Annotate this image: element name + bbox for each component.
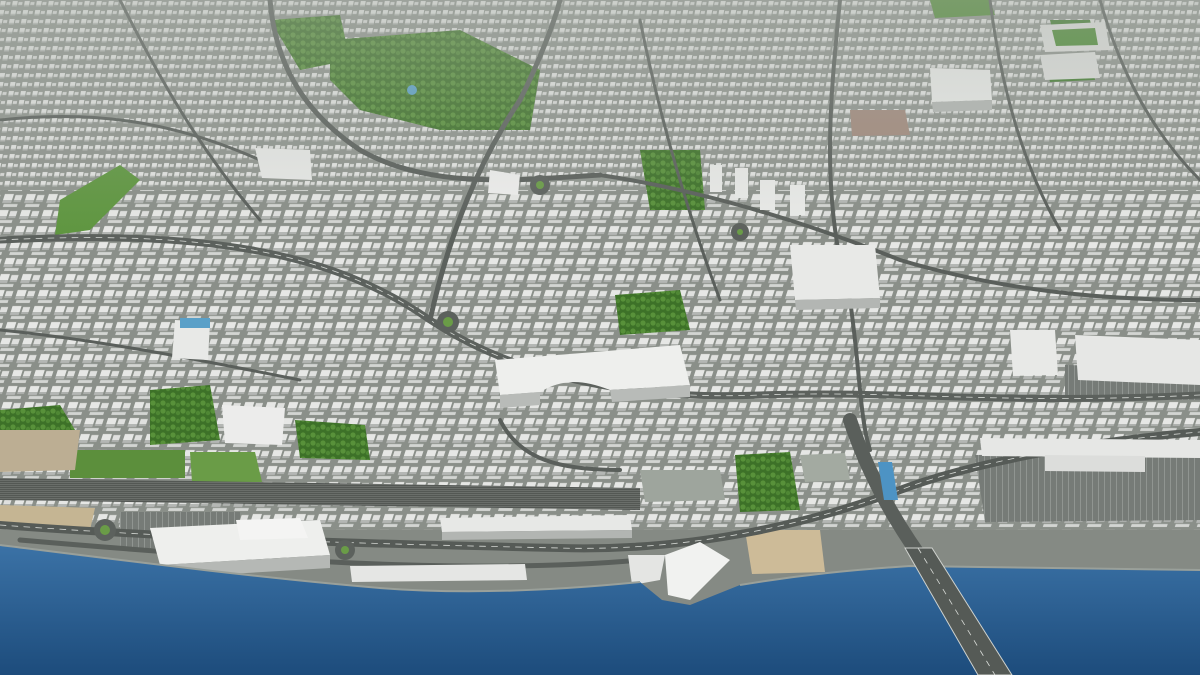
city-aerial-render [0,0,1200,675]
haze-overlay [0,0,1200,675]
